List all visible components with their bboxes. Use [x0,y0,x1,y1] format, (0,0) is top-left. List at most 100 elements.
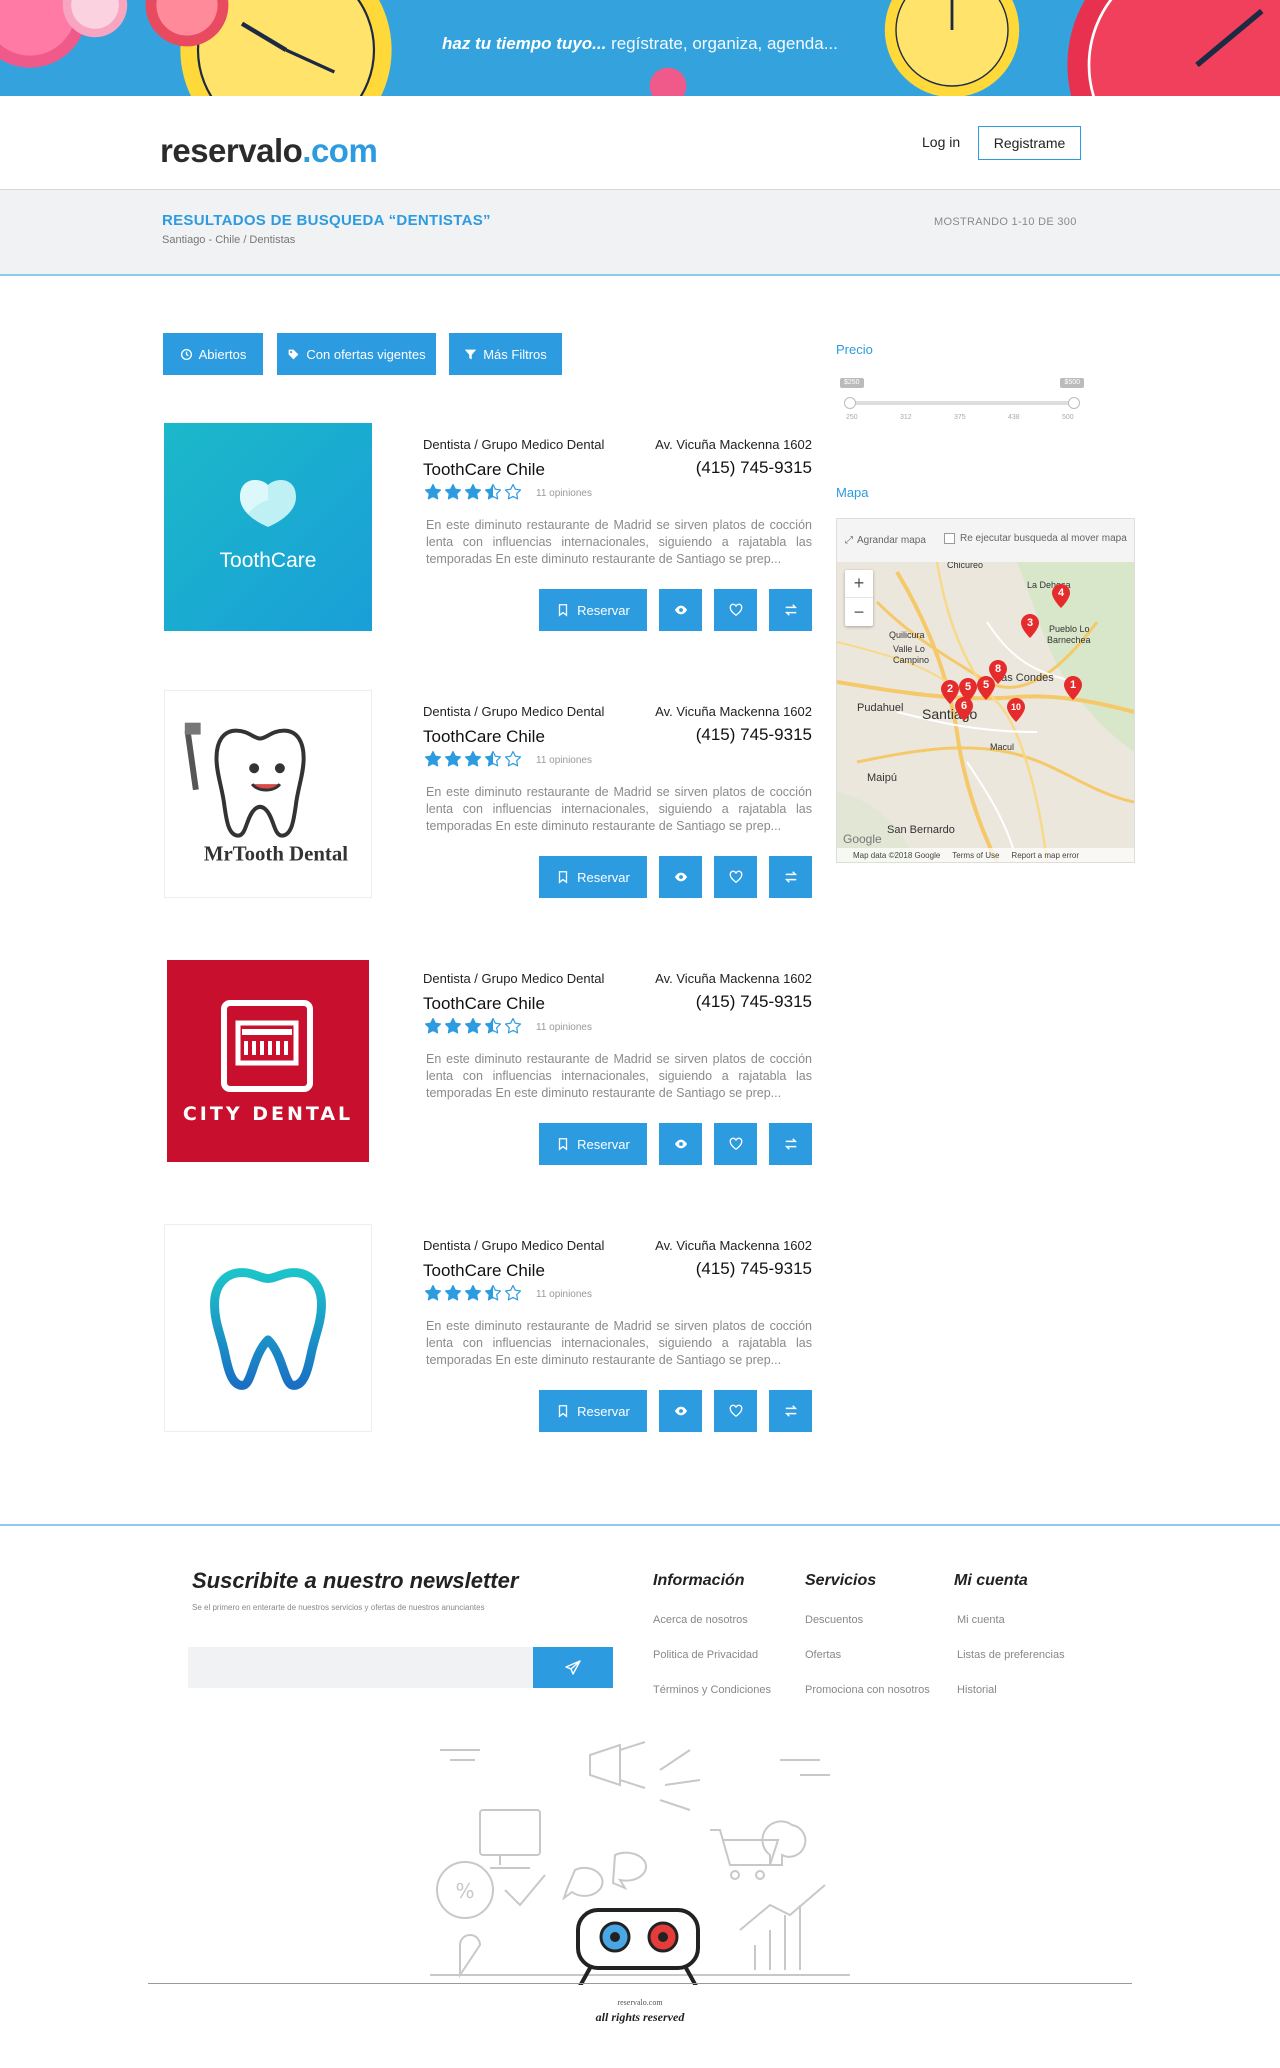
listing-logo-citydental[interactable]: CITY DENTAL [164,957,372,1165]
listing-reviews[interactable]: 11 opiniones [536,1022,592,1033]
bookmark-icon [558,1138,568,1151]
newsletter-email-input[interactable] [188,1647,533,1688]
listing-category: Dentista / Grupo Medico Dental [423,1238,605,1253]
filter-more-button[interactable]: Más Filtros [449,333,562,375]
heart-icon [729,1137,742,1151]
rerun-search-checkbox[interactable] [944,533,955,544]
rating-stars [424,483,522,501]
filter-open-button[interactable]: Abiertos [163,333,263,375]
footer-link[interactable]: Acerca de nosotros [653,1614,748,1626]
price-tick: 312 [900,414,912,421]
listing-reviews[interactable]: 11 opiniones [536,755,592,766]
star-full-icon [464,1017,482,1034]
copyright-notice: all rights reserved [595,2010,685,2024]
listing-address: Av. Vicuña Mackenna 1602 [655,437,812,452]
filter-offers-button[interactable]: Con ofertas vigentes [277,333,436,375]
reserve-button[interactable]: Reservar [539,856,647,898]
map-marker[interactable]: 6 [955,697,973,721]
register-button[interactable]: Registrame [978,126,1081,160]
listing-category: Dentista / Grupo Medico Dental [423,437,605,452]
star-full-icon [464,1284,482,1301]
listing-logo-toothcare[interactable]: ToothCare [164,423,372,631]
favorite-button[interactable] [714,1390,757,1432]
price-max-handle[interactable] [1068,397,1080,409]
map-place-barnechea: Barnechea [1047,635,1091,645]
percent-icon-text: % [455,1879,474,1903]
map-canvas[interactable]: + − Chicureo La Dehesa Pueblo Lo Barnech… [837,562,1134,862]
filter-offers-label: Con ofertas vigentes [306,346,426,362]
newsletter-subtitle: Se el primero en enterarte de nuestros s… [192,1603,485,1612]
view-button[interactable] [659,1123,702,1165]
favorite-button[interactable] [714,856,757,898]
listing-name[interactable]: ToothCare Chile [423,460,545,480]
listing-name[interactable]: ToothCare Chile [423,1261,545,1281]
paper-plane-icon [565,1659,581,1675]
rerun-search-toggle[interactable]: Re ejecutar busqueda al mover mapa [944,533,1127,544]
star-full-icon [444,750,462,767]
reserve-label: Reservar [577,602,630,618]
listing-name[interactable]: ToothCare Chile [423,727,545,747]
footer-link[interactable]: Promociona con nosotros [805,1684,930,1696]
listing-phone[interactable]: (415) 745-9315 [696,725,812,745]
star-full-icon [424,483,442,500]
map-terms-link[interactable]: Terms of Use [952,851,999,860]
map-marker[interactable]: 10 [1007,698,1025,722]
footer-link[interactable]: Descuentos [805,1614,863,1626]
zoom-out-button[interactable]: − [845,598,873,626]
site-logo[interactable]: reservalo.com [160,132,378,170]
toothcare-logo-text: ToothCare [220,549,317,572]
footer-link[interactable]: Politica de Privacidad [653,1649,758,1661]
map-marker[interactable]: 8 [989,660,1007,684]
map-report-link[interactable]: Report a map error [1011,851,1079,860]
map-attribution: Map data ©2018 Google Terms of Use Repor… [837,848,1134,862]
price-min-handle[interactable] [844,397,856,409]
expand-icon: ⤢ [845,535,853,546]
footer-link[interactable]: Listas de preferencias [957,1649,1065,1661]
footer-link[interactable]: Términos y Condiciones [653,1684,771,1696]
map-toolbar: ⤢ Agrandar mapa Re ejecutar busqueda al … [837,519,1134,562]
compare-button[interactable] [769,589,812,631]
clock-illustration-red [142,0,232,50]
map-widget: ⤢ Agrandar mapa Re ejecutar busqueda al … [836,518,1135,863]
favorite-button[interactable] [714,1123,757,1165]
compare-button[interactable] [769,1123,812,1165]
footer-col-info-title: Información [653,1572,745,1589]
heart-icon [729,1404,742,1418]
zoom-in-button[interactable]: + [845,570,873,598]
clock-illustration-red-right [1062,0,1280,96]
reserve-button[interactable]: Reservar [539,1123,647,1165]
listing-reviews[interactable]: 11 opiniones [536,488,592,499]
map-place-chicureo: Chicureo [947,562,984,570]
price-track[interactable] [850,401,1074,405]
price-range-slider[interactable]: $250 $500 250 312 375 438 500 [838,378,1086,428]
view-button[interactable] [659,589,702,631]
view-button[interactable] [659,856,702,898]
results-count: MOSTRANDO 1-10 DE 300 [934,216,1077,228]
listing-logo-tooth-outline[interactable] [164,1224,372,1432]
reserve-button[interactable]: Reservar [539,589,647,631]
map-marker[interactable]: 3 [1021,614,1039,638]
price-tick: 250 [846,414,858,421]
map-marker[interactable]: 1 [1064,676,1082,700]
login-link[interactable]: Log in [922,134,960,150]
map-marker[interactable]: 4 [1052,584,1070,608]
listing-reviews[interactable]: 11 opiniones [536,1289,592,1300]
listing-phone[interactable]: (415) 745-9315 [696,992,812,1012]
view-button[interactable] [659,1390,702,1432]
heart-icon [729,870,742,884]
listing-phone[interactable]: (415) 745-9315 [696,1259,812,1279]
listing-phone[interactable]: (415) 745-9315 [696,458,812,478]
listing-name[interactable]: ToothCare Chile [423,994,545,1014]
enlarge-map-button[interactable]: ⤢ Agrandar mapa [845,535,926,546]
favorite-button[interactable] [714,589,757,631]
footer-link[interactable]: Ofertas [805,1649,841,1661]
footer-col-account-title: Mi cuenta [954,1572,1028,1589]
footer-link[interactable]: Historial [957,1684,997,1696]
reserve-button[interactable]: Reservar [539,1390,647,1432]
compare-button[interactable] [769,856,812,898]
newsletter-send-button[interactable] [533,1647,613,1688]
price-min-badge: $250 [840,378,864,388]
compare-button[interactable] [769,1390,812,1432]
listing-logo-mrtooth[interactable]: MrTooth Dental [164,690,372,898]
footer-link[interactable]: Mi cuenta [957,1614,1005,1626]
